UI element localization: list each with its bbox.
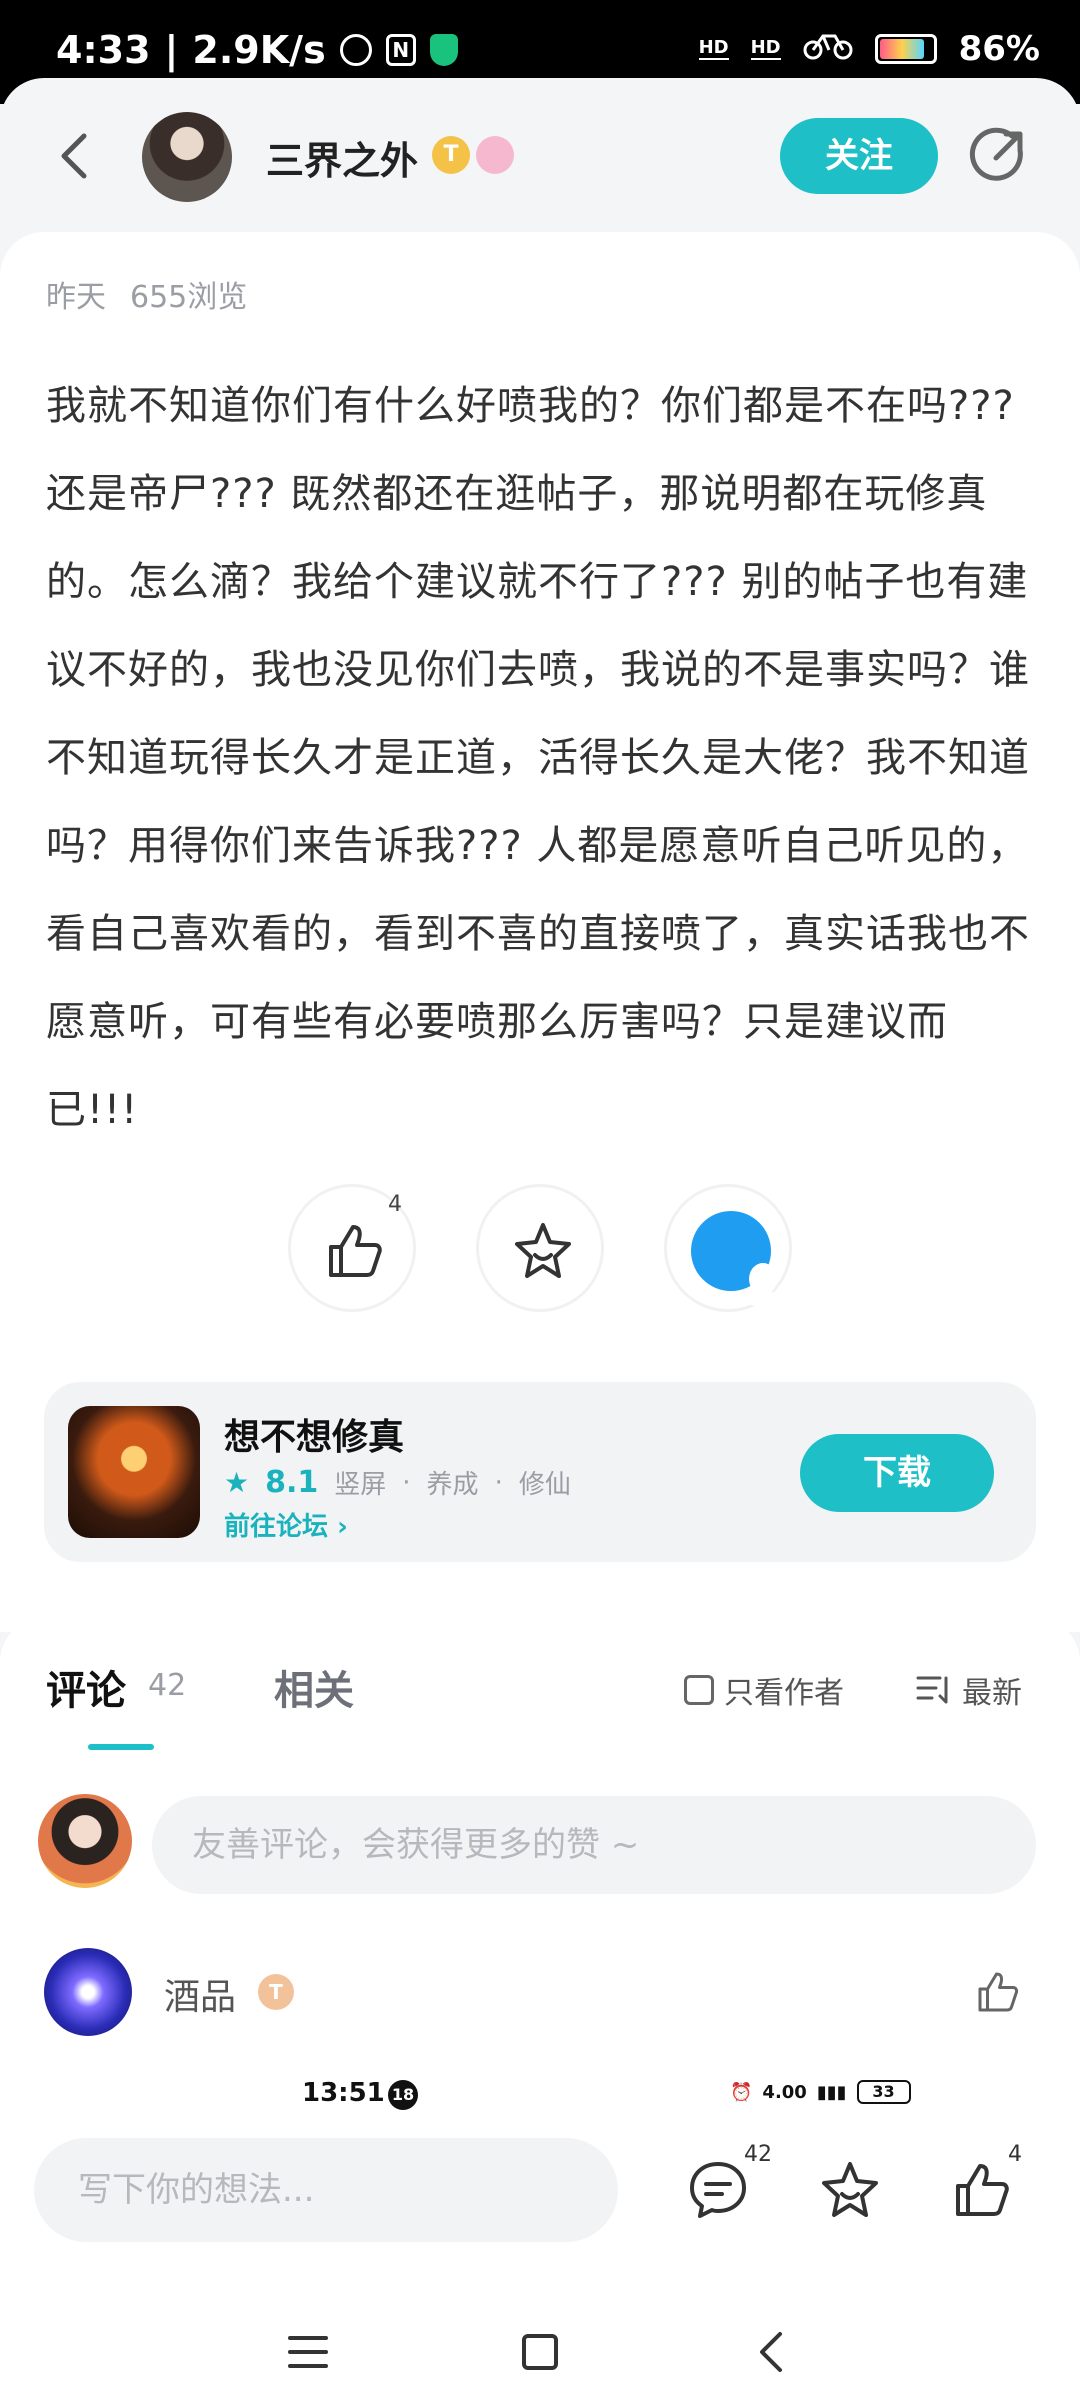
sort-icon bbox=[916, 1676, 948, 1704]
sort-toggle[interactable]: 最新 bbox=[916, 1668, 1022, 1712]
tab-indicator bbox=[88, 1744, 154, 1750]
peek-status: ⏰ 4.00 ▮▮▮ 33 bbox=[730, 2080, 911, 2104]
my-avatar bbox=[38, 1794, 132, 1888]
download-button[interactable]: 下载 bbox=[800, 1434, 994, 1512]
peek-time: 13:51 bbox=[302, 2078, 385, 2108]
peek-strip bbox=[0, 2070, 1080, 2110]
system-nav-bar bbox=[0, 2304, 1080, 2400]
chevron-right-icon: › bbox=[337, 1512, 348, 1542]
hd-signal-icon: HD bbox=[750, 37, 781, 60]
only-author-filter[interactable]: 只看作者 bbox=[684, 1668, 844, 1712]
author-name[interactable]: 三界之外 bbox=[266, 130, 418, 185]
game-tag: 竖屏 bbox=[334, 1470, 387, 1500]
game-title: 想不想修真 bbox=[224, 1417, 405, 1458]
back-icon[interactable] bbox=[52, 130, 100, 182]
age-rating-icon: 18 bbox=[388, 2080, 418, 2110]
bottom-bar: 写下你的想法... 42 4 bbox=[0, 2110, 1080, 2400]
share-qq-button[interactable] bbox=[664, 1184, 792, 1312]
game-meta: ★ 8.1 竖屏 · 养成 · 修仙 bbox=[224, 1465, 571, 1500]
post-header: 三界之外 T 关注 bbox=[0, 78, 1080, 238]
status-right: HD HD 86% bbox=[698, 28, 1040, 69]
post-content: 昨天 655浏览 我就不知道你们有什么好喷我的？你们都是不在吗??? 还是帝尸??… bbox=[0, 232, 1080, 1632]
status-left: 4:33 | 2.9K/s N bbox=[56, 28, 458, 72]
post-body: 我就不知道你们有什么好喷我的？你们都是不在吗??? 还是帝尸??? 既然都还在逛… bbox=[46, 383, 1030, 1133]
post-views: 655浏览 bbox=[130, 280, 248, 315]
favorite-button[interactable] bbox=[476, 1184, 604, 1312]
battery-icon bbox=[874, 33, 937, 64]
tab-comments[interactable]: 评论 bbox=[46, 1658, 126, 1716]
comment-icon[interactable] bbox=[686, 2158, 750, 2222]
post-meta: 昨天 655浏览 bbox=[46, 272, 247, 316]
tab-related[interactable]: 相关 bbox=[274, 1658, 354, 1716]
signal-icon: ▮▮▮ bbox=[816, 2081, 847, 2103]
commenter-name[interactable]: 酒品 bbox=[164, 1968, 236, 2020]
post-date: 昨天 bbox=[46, 280, 106, 315]
game-card[interactable]: 想不想修真 ★ 8.1 竖屏 · 养成 · 修仙 前往论坛 › 下载 bbox=[44, 1382, 1036, 1562]
qq-icon bbox=[691, 1211, 781, 1307]
bike-icon bbox=[803, 28, 853, 69]
star-icon bbox=[515, 1223, 571, 1278]
game-score: 8.1 bbox=[265, 1465, 319, 1500]
star-icon[interactable] bbox=[818, 2158, 882, 2222]
game-tag: 修仙 bbox=[518, 1470, 571, 1500]
rabbit-badge-icon bbox=[476, 136, 514, 174]
like-count: 4 bbox=[388, 1192, 402, 1217]
status-time: 4:33 bbox=[56, 28, 151, 72]
star-icon: ★ bbox=[224, 1466, 250, 1499]
forum-link[interactable]: 前往论坛 › bbox=[224, 1506, 348, 1543]
game-icon bbox=[68, 1406, 200, 1538]
game-tag: 养成 bbox=[426, 1470, 479, 1500]
level-badge-icon: T bbox=[432, 136, 470, 174]
shield-icon bbox=[429, 34, 458, 66]
home-icon[interactable] bbox=[516, 2328, 564, 2376]
menu-icon[interactable] bbox=[284, 2328, 332, 2376]
checkbox-icon[interactable] bbox=[684, 1675, 714, 1705]
comment-input[interactable]: 友善评论，会获得更多的赞 ~ bbox=[152, 1796, 1036, 1894]
thumbs-up-icon[interactable] bbox=[950, 2158, 1014, 2222]
nfc-icon: N bbox=[385, 34, 416, 66]
comments-section: 评论 42 相关 只看作者 最新 友善评论，会获得更多的赞 ~ 酒品 T bbox=[0, 1618, 1080, 2118]
hd-icon: HD bbox=[698, 37, 729, 60]
peek-speed: 4.00 bbox=[762, 2081, 807, 2103]
alarm-icon bbox=[339, 34, 372, 66]
author-avatar[interactable] bbox=[142, 112, 232, 202]
back-nav-icon[interactable] bbox=[748, 2328, 796, 2376]
peek-battery: 33 bbox=[856, 2080, 911, 2104]
thumbs-up-icon bbox=[329, 1225, 382, 1277]
reply-input[interactable]: 写下你的想法... bbox=[34, 2138, 618, 2242]
share-icon[interactable] bbox=[968, 126, 1028, 186]
bottom-like-count: 4 bbox=[1008, 2142, 1022, 2167]
battery-percent: 86% bbox=[958, 28, 1040, 69]
comment-like-icon[interactable] bbox=[974, 1968, 1022, 2016]
alarm-icon: ⏰ bbox=[730, 2081, 753, 2103]
follow-button[interactable]: 关注 bbox=[780, 118, 938, 194]
level-badge-icon: T bbox=[258, 1974, 294, 2010]
commenter-avatar[interactable] bbox=[44, 1948, 132, 2036]
network-speed: 2.9K/s bbox=[192, 28, 326, 72]
bottom-comment-count: 42 bbox=[744, 2142, 772, 2167]
comments-count: 42 bbox=[148, 1668, 187, 1703]
